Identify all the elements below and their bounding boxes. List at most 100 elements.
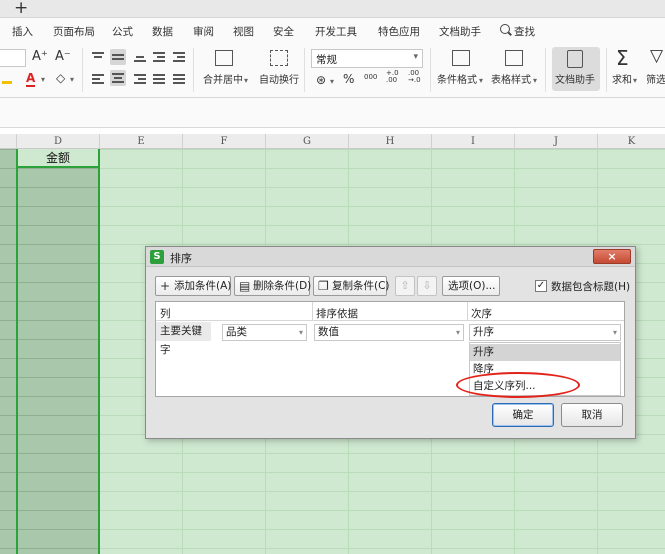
search-label[interactable]: 查找 [514,24,535,39]
header-checkbox-label[interactable]: 数据包含标题(H) [551,279,630,294]
chevron-down-icon[interactable]: ▾ [533,74,537,88]
formula-bar[interactable] [0,98,665,128]
percent-button[interactable]: % [343,72,354,86]
menu-insert[interactable]: 插入 [12,24,33,39]
conditional-format-label[interactable]: 条件格式 [437,74,477,88]
thousands-button[interactable]: 000 [364,70,377,84]
column-heading: 列 [160,308,171,320]
menu-doc-assistant[interactable]: 文档助手 [439,24,481,39]
column-header-i[interactable]: I [432,134,515,149]
copy-condition-label: 复制条件(C) [332,280,390,292]
order-option-ascending[interactable]: 升序 [470,344,620,361]
distributed-align-icon[interactable] [173,74,185,84]
chevron-down-icon[interactable]: ▾ [330,75,334,89]
cancel-button[interactable]: 取消 [561,403,623,427]
header-checkbox[interactable]: ✓ [535,280,547,292]
ribbon-menu: 插入 页面布局 公式 数据 审阅 视图 安全 开发工具 特色应用 文档助手 查找 [0,18,665,44]
align-left-icon[interactable] [92,74,104,84]
font-size-box[interactable] [0,49,26,67]
column-header-k[interactable]: K [598,134,665,149]
column-header-e[interactable]: E [100,134,183,149]
align-top-icon[interactable] [92,52,104,62]
menu-formula[interactable]: 公式 [112,24,133,39]
annotation-highlight-ellipse [456,372,580,398]
column-c-cells[interactable] [0,149,16,554]
ribbon-toolbar: A⁺ A⁻ A ▾ ◇ ▾ 合并居中 ▾ 自动换行 常规 ⊛ ▾ % 000 +… [0,44,665,98]
order-heading: 次序 [471,308,492,320]
chevron-down-icon[interactable]: ▾ [41,73,45,87]
menu-security[interactable]: 安全 [273,24,294,39]
tab-bar: + [0,0,665,18]
indent-decrease-icon[interactable] [153,52,165,62]
toolbar-separator [430,48,431,92]
fill-color-icon[interactable] [2,72,12,84]
font-grow-icon[interactable]: A⁺ [32,50,48,64]
align-center-icon[interactable] [110,70,126,86]
conditional-format-icon[interactable] [452,50,470,66]
order-select[interactable]: 升序 [469,324,621,341]
align-middle-icon[interactable] [110,49,126,65]
menu-developer[interactable]: 开发工具 [315,24,357,39]
sum-label[interactable]: 求和 [612,74,632,88]
indent-increase-icon[interactable] [173,52,185,62]
align-bottom-icon[interactable] [134,52,146,62]
move-down-button[interactable]: ⇩ [417,276,437,296]
ok-button[interactable]: 确定 [492,403,554,427]
font-color-icon[interactable]: A [26,71,36,87]
app-logo-icon: S [150,250,164,264]
chevron-down-icon[interactable]: ▾ [479,74,483,88]
copy-icon: ❐ [318,279,329,293]
merge-center-label[interactable]: 合并居中 [203,74,243,88]
column-header-f[interactable]: F [183,134,266,149]
table-style-icon[interactable] [505,50,523,66]
selected-column-d[interactable]: 金额 [16,149,100,554]
filter-label[interactable]: 筛选 [646,74,665,88]
menu-view[interactable]: 视图 [233,24,254,39]
chevron-down-icon[interactable]: ▾ [70,73,74,87]
delete-condition-button[interactable]: ▤ 删除条件(D) [234,276,311,296]
dialog-titlebar[interactable]: S 排序 × [146,247,635,267]
options-button[interactable]: 选项(O)... [442,276,500,296]
column-header-j[interactable]: J [515,134,598,149]
plus-icon: + [160,279,171,293]
column-header-d[interactable]: D [17,134,100,149]
wrap-text-label[interactable]: 自动换行 [259,74,299,88]
add-condition-button[interactable]: + 添加条件(A) [155,276,231,296]
column-header-g[interactable]: G [266,134,349,149]
doc-assistant-icon [567,50,583,68]
decimal-increase-button[interactable]: +.0 .00 [386,70,399,84]
column-header-c[interactable] [0,134,17,149]
chevron-down-icon[interactable]: ▾ [633,74,637,88]
decimal-decrease-button[interactable]: .00 →.0 [408,70,421,84]
chevron-down-icon[interactable]: ▾ [244,74,248,88]
cell-d1[interactable]: 金额 [18,149,98,168]
column-select[interactable]: 品类 [222,324,307,341]
sort-by-select[interactable]: 数值 [314,324,464,341]
wrap-text-icon[interactable] [270,50,288,66]
menu-review[interactable]: 审阅 [193,24,214,39]
toolbar-separator [82,48,83,92]
column-header-h[interactable]: H [349,134,432,149]
align-right-icon[interactable] [134,74,146,84]
column-separator[interactable] [312,302,313,320]
doc-assistant-button[interactable]: 文档助手 [552,47,600,91]
number-format-select[interactable]: 常规 [311,49,423,68]
align-justify-icon[interactable] [153,74,165,84]
close-button[interactable]: × [593,249,631,264]
menu-data[interactable]: 数据 [152,24,173,39]
move-up-button[interactable]: ⇧ [395,276,415,296]
new-tab-button[interactable]: + [14,0,28,18]
table-style-label[interactable]: 表格样式 [491,74,531,88]
menu-featured-apps[interactable]: 特色应用 [378,24,420,39]
column-separator[interactable] [467,302,468,320]
font-shrink-icon[interactable]: A⁻ [55,50,71,64]
copy-condition-button[interactable]: ❐ 复制条件(C) [313,276,390,296]
merge-center-icon[interactable] [215,50,233,66]
filter-icon[interactable]: ▽ [650,48,663,65]
search-icon[interactable] [500,24,510,34]
eraser-icon[interactable]: ◇ [56,71,65,85]
currency-icon[interactable]: ⊛ [316,73,326,87]
dialog-title: 排序 [170,252,192,265]
menu-page-layout[interactable]: 页面布局 [53,24,95,39]
sum-icon[interactable]: Σ [616,47,629,69]
